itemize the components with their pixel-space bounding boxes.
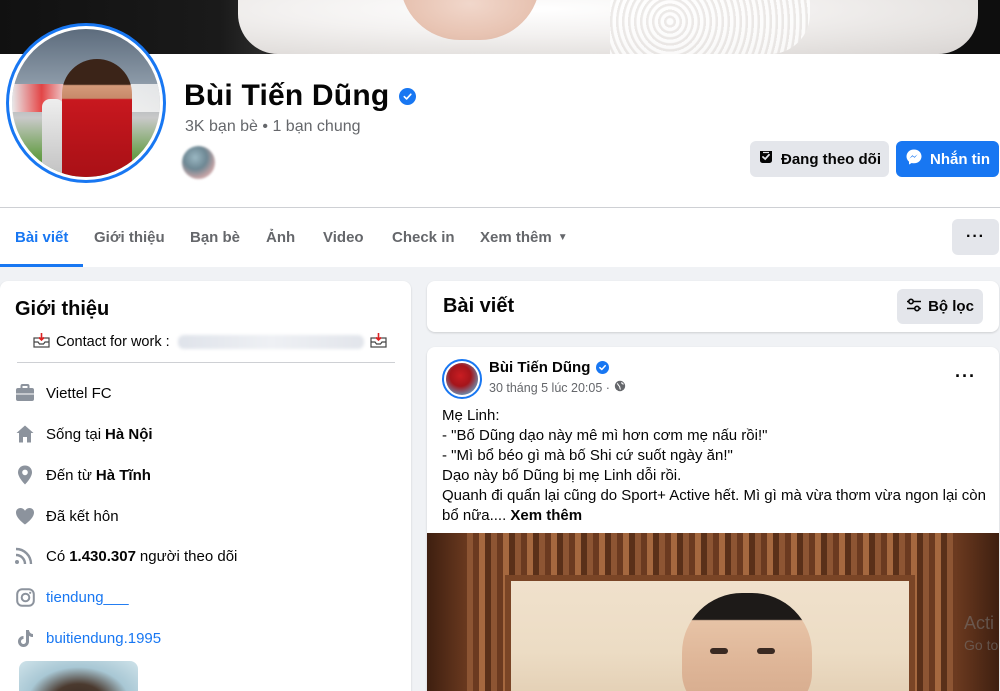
intro-workplace-text: Viettel FC [46, 384, 112, 402]
globe-icon [614, 380, 626, 395]
intro-lives-in-prefix: Sống tại [46, 425, 102, 443]
post-line: Dạo này bố Dũng bị mẹ Linh dỗi rồi. [442, 467, 682, 484]
intro-relationship-text: Đã kết hôn [46, 507, 119, 525]
post-line: - "Mì bổ béo gì mà bố Shi cứ suốt ngày ă… [442, 447, 733, 464]
tab-photos[interactable]: Ảnh [266, 208, 295, 267]
tab-checkins-label: Check in [392, 229, 455, 246]
heart-icon [15, 506, 35, 526]
post-author[interactable]: Bùi Tiến Dũng [489, 359, 610, 376]
location-pin-icon [15, 465, 35, 485]
activate-windows-watermark-sub: Go to [964, 637, 999, 653]
filter-label: Bộ lọc [928, 298, 974, 315]
tab-posts-label: Bài viết [15, 229, 69, 246]
tab-friends-label: Bạn bè [190, 229, 241, 246]
intro-followers-suffix: người theo dõi [139, 547, 238, 565]
intro-workplace: Viettel FC [15, 383, 112, 403]
post-line: - "Bố Dũng dạo này mê mì hơn cơm mẹ nấu … [442, 427, 768, 444]
verified-badge-icon [399, 87, 417, 105]
caret-down-icon: ▼ [557, 232, 568, 243]
intro-divider [17, 362, 395, 363]
messenger-icon [905, 148, 923, 170]
profile-name-text: Bùi Tiến Dũng [184, 79, 390, 112]
post-line: Mẹ Linh: [442, 407, 500, 424]
ellipsis-icon: ··· [966, 228, 985, 245]
tab-posts[interactable]: Bài viết [0, 208, 84, 267]
tab-videos[interactable]: Video [323, 208, 364, 267]
message-label: Nhắn tin [930, 150, 990, 168]
post-time-text: 30 tháng 5 lúc 20:05 · [489, 380, 610, 395]
inbox-tray-icon [33, 332, 50, 352]
post-timestamp[interactable]: 30 tháng 5 lúc 20:05 · [489, 380, 626, 395]
tiktok-icon [15, 628, 35, 648]
intro-from-city[interactable]: Hà Tĩnh [96, 467, 151, 484]
following-button[interactable]: Đang theo dõi [750, 141, 889, 177]
tab-about-label: Giới thiệu [94, 229, 165, 246]
intro-relationship: Đã kết hôn [15, 506, 119, 526]
intro-instagram-handle: tiendung___ [46, 588, 129, 606]
intro-from-prefix: Đến từ [46, 466, 92, 484]
contact-label: Contact for work : [56, 334, 170, 350]
activate-windows-watermark: Acti [964, 613, 995, 633]
post-photo[interactable] [427, 533, 999, 691]
tab-checkins[interactable]: Check in [392, 208, 455, 267]
intro-followers: Có 1.430.307 người theo dõi [15, 546, 237, 566]
tab-about[interactable]: Giới thiệu [94, 208, 165, 267]
intro-tiktok-handle: buitiendung.1995 [46, 629, 162, 647]
message-button[interactable]: Nhắn tin [896, 141, 999, 177]
filter-sliders-icon [906, 297, 922, 316]
intro-from: Đến từ Hà Tĩnh [15, 465, 155, 485]
post-author-avatar[interactable] [442, 359, 482, 399]
more-options-button[interactable]: ··· [952, 219, 999, 255]
followers-icon [15, 546, 35, 566]
intro-tiktok-link[interactable]: buitiendung.1995 [15, 628, 161, 648]
instagram-icon [15, 587, 35, 607]
mutual-friend-avatar[interactable] [182, 146, 215, 179]
contact-for-work: Contact for work : [33, 332, 387, 352]
profile-header: Bùi Tiến Dũng 3K bạn bè • 1 bạn chung Đa… [0, 0, 1000, 267]
intro-instagram-link[interactable]: tiendung___ [15, 587, 129, 607]
inbox-tray-icon [370, 332, 387, 352]
tab-photos-label: Ảnh [266, 229, 296, 246]
filter-button[interactable]: Bộ lọc [897, 289, 983, 324]
profile-name: Bùi Tiến Dũng [184, 79, 417, 113]
post-line-last: bổ nữa.... Xem thêm [442, 506, 982, 526]
following-label: Đang theo dõi [781, 150, 881, 168]
post-line: Quanh đi quẩn lại cũng do Sport+ Active … [442, 487, 986, 504]
following-icon [758, 149, 774, 169]
tab-more-label: Xem thêm [480, 229, 552, 246]
tab-more[interactable]: Xem thêm ▼ [480, 208, 568, 267]
profile-avatar[interactable] [6, 23, 166, 183]
post-last-line-text: bổ nữa.... [442, 507, 511, 524]
ellipsis-icon: ··· [955, 366, 976, 386]
friends-summary[interactable]: 3K bạn bè • 1 bạn chung [185, 118, 361, 136]
verified-badge-icon [596, 361, 610, 374]
intro-title: Giới thiệu [15, 298, 110, 320]
post-options-button[interactable]: ··· [955, 366, 976, 387]
briefcase-icon [15, 383, 35, 403]
featured-photo-thumbnail[interactable] [19, 661, 138, 691]
intro-lives-in-city[interactable]: Hà Nội [105, 426, 153, 443]
post-body: Mẹ Linh: - "Bố Dũng dạo này mê mì hơn cơ… [442, 406, 986, 526]
tab-friends[interactable]: Bạn bè [190, 208, 240, 267]
cover-photo[interactable] [0, 0, 1000, 54]
contact-email-blurred[interactable] [177, 335, 364, 349]
intro-followers-count[interactable]: 1.430.307 [69, 548, 136, 565]
post-author-name: Bùi Tiến Dũng [489, 359, 591, 376]
profile-tabs: Bài viết Giới thiệu Bạn bè Ảnh Video Che… [0, 208, 1000, 267]
posts-title: Bài viết [443, 295, 515, 317]
intro-lives-in: Sống tại Hà Nội [15, 424, 157, 444]
tab-videos-label: Video [323, 229, 364, 246]
intro-followers-prefix: Có [46, 547, 66, 565]
see-more-link[interactable]: Xem thêm [510, 507, 582, 524]
home-icon [15, 424, 35, 444]
